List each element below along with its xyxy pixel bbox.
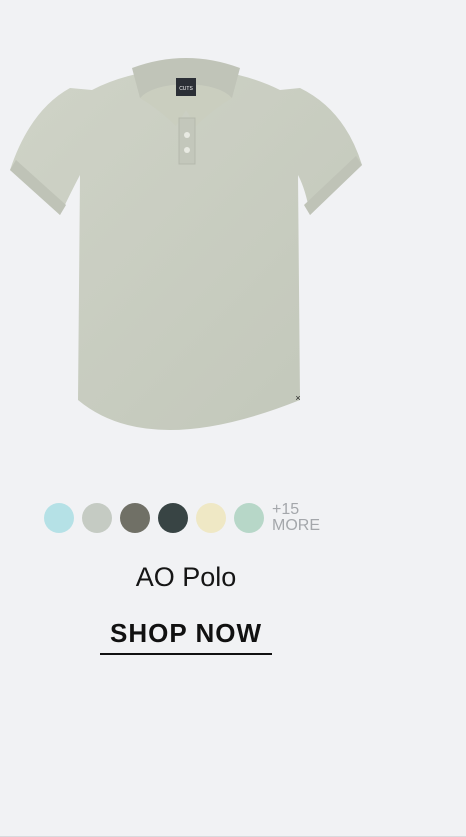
product-image[interactable]: CUTS ×	[0, 40, 372, 460]
color-swatches: +15 MORE	[44, 500, 342, 536]
swatch-3[interactable]	[158, 503, 188, 533]
swatch-5[interactable]	[234, 503, 264, 533]
more-colors-link[interactable]: +15 MORE	[272, 502, 342, 534]
shop-now-link[interactable]: SHOP NOW	[100, 618, 272, 655]
swatch-1[interactable]	[82, 503, 112, 533]
product-card[interactable]: CUTS × +15 MORE AO Polo SHOP NOW	[0, 0, 466, 837]
swatch-4[interactable]	[196, 503, 226, 533]
product-name[interactable]: AO Polo	[0, 562, 372, 593]
more-count: +15	[272, 501, 300, 518]
svg-text:×: ×	[295, 393, 300, 403]
swatch-0[interactable]	[44, 503, 74, 533]
svg-text:CUTS: CUTS	[179, 86, 193, 92]
swatch-2[interactable]	[120, 503, 150, 533]
more-label: MORE	[272, 517, 320, 534]
